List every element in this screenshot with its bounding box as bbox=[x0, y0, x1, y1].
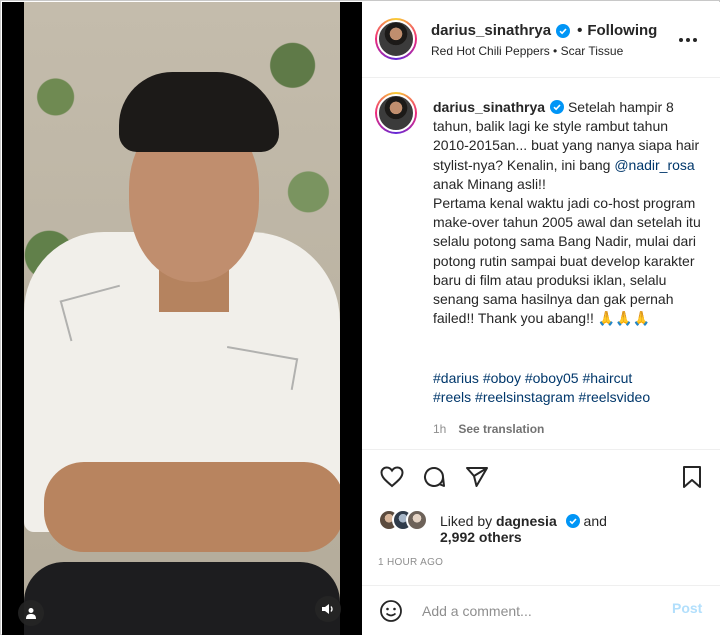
comment-icon bbox=[424, 467, 445, 487]
share-button[interactable] bbox=[463, 463, 491, 491]
emoji-button[interactable] bbox=[378, 598, 404, 624]
emoji-icon bbox=[380, 600, 402, 622]
comment-button[interactable] bbox=[420, 463, 448, 491]
see-translation-link[interactable]: See translation bbox=[458, 422, 544, 436]
hashtag[interactable]: #reelsinstagram bbox=[475, 389, 575, 405]
verified-badge-icon bbox=[556, 23, 571, 38]
likes-count-link[interactable]: 2,992 others bbox=[440, 529, 522, 545]
user-icon bbox=[26, 608, 36, 619]
audio-toggle-button[interactable] bbox=[315, 596, 341, 622]
follow-status-button[interactable]: Following bbox=[587, 22, 657, 39]
save-button[interactable] bbox=[678, 463, 706, 491]
author-avatar[interactable] bbox=[375, 18, 417, 60]
author-username[interactable]: darius_sinathrya bbox=[431, 22, 551, 39]
liked-by-label: Liked by bbox=[440, 513, 493, 529]
share-icon bbox=[466, 467, 488, 487]
tagged-users-button[interactable] bbox=[18, 600, 44, 626]
hashtag[interactable]: #haircut bbox=[582, 370, 632, 386]
like-button[interactable] bbox=[378, 463, 406, 491]
bookmark-icon bbox=[683, 466, 701, 488]
liked-by-user[interactable]: dagnesia bbox=[496, 513, 557, 529]
hashtag[interactable]: #reels bbox=[433, 389, 471, 405]
reel-video[interactable] bbox=[24, 2, 340, 635]
more-horizontal-icon bbox=[679, 38, 697, 42]
caption-mention[interactable]: @nadir_rosa bbox=[614, 157, 694, 173]
post-header: darius_sinathrya • Following Red Hot Chi… bbox=[362, 2, 720, 78]
liker-avatars[interactable] bbox=[378, 509, 438, 533]
caption-text: darius_sinathrya Setelah hampir 8 tahun,… bbox=[433, 98, 703, 328]
caption-age[interactable]: 1h bbox=[433, 422, 446, 436]
caption-section: darius_sinathrya Setelah hampir 8 tahun,… bbox=[362, 79, 720, 448]
hashtag[interactable]: #oboy05 bbox=[525, 370, 579, 386]
caption-username[interactable]: darius_sinathrya bbox=[433, 99, 545, 115]
hashtag[interactable]: #oboy bbox=[483, 370, 521, 386]
hashtag-list: #darius #oboy #oboy05 #haircut #reels #r… bbox=[433, 369, 703, 407]
heart-icon bbox=[380, 466, 404, 488]
caption-meta: 1h See translation bbox=[433, 422, 544, 436]
more-options-button[interactable] bbox=[674, 28, 702, 52]
reel-media[interactable] bbox=[2, 2, 362, 635]
audio-attribution[interactable]: Red Hot Chili Peppers • Scar Tissue bbox=[431, 44, 623, 58]
comment-bar: Post bbox=[362, 586, 720, 635]
subject-arms bbox=[44, 462, 340, 552]
hashtag[interactable]: #reelsvideo bbox=[579, 389, 651, 405]
header-separator: • bbox=[577, 22, 583, 39]
post-comment-button[interactable]: Post bbox=[672, 600, 702, 616]
caption-avatar-image bbox=[377, 94, 415, 132]
likes-summary: Liked by dagnesia and 2,992 others bbox=[378, 507, 708, 551]
chair bbox=[24, 562, 340, 635]
divider bbox=[362, 449, 720, 450]
liker-avatar bbox=[406, 509, 428, 531]
action-bar bbox=[362, 457, 720, 497]
caption-avatar[interactable] bbox=[375, 92, 417, 134]
author-line: darius_sinathrya • Following bbox=[431, 22, 657, 39]
liked-by-conjunction: and bbox=[583, 513, 607, 529]
verified-badge-icon bbox=[550, 100, 565, 114]
verified-badge-icon bbox=[565, 514, 580, 528]
caption-body-end: anak Minang asli!! Pertama kenal waktu j… bbox=[433, 175, 701, 327]
hashtag[interactable]: #darius bbox=[433, 370, 479, 386]
post-side-panel: darius_sinathrya • Following Red Hot Chi… bbox=[362, 2, 720, 635]
post-timestamp[interactable]: 1 HOUR AGO bbox=[378, 557, 443, 568]
author-avatar-image bbox=[377, 20, 415, 58]
speaker-icon bbox=[322, 604, 333, 614]
comment-input[interactable] bbox=[422, 600, 652, 622]
post-dialog: darius_sinathrya • Following Red Hot Chi… bbox=[0, 0, 720, 635]
